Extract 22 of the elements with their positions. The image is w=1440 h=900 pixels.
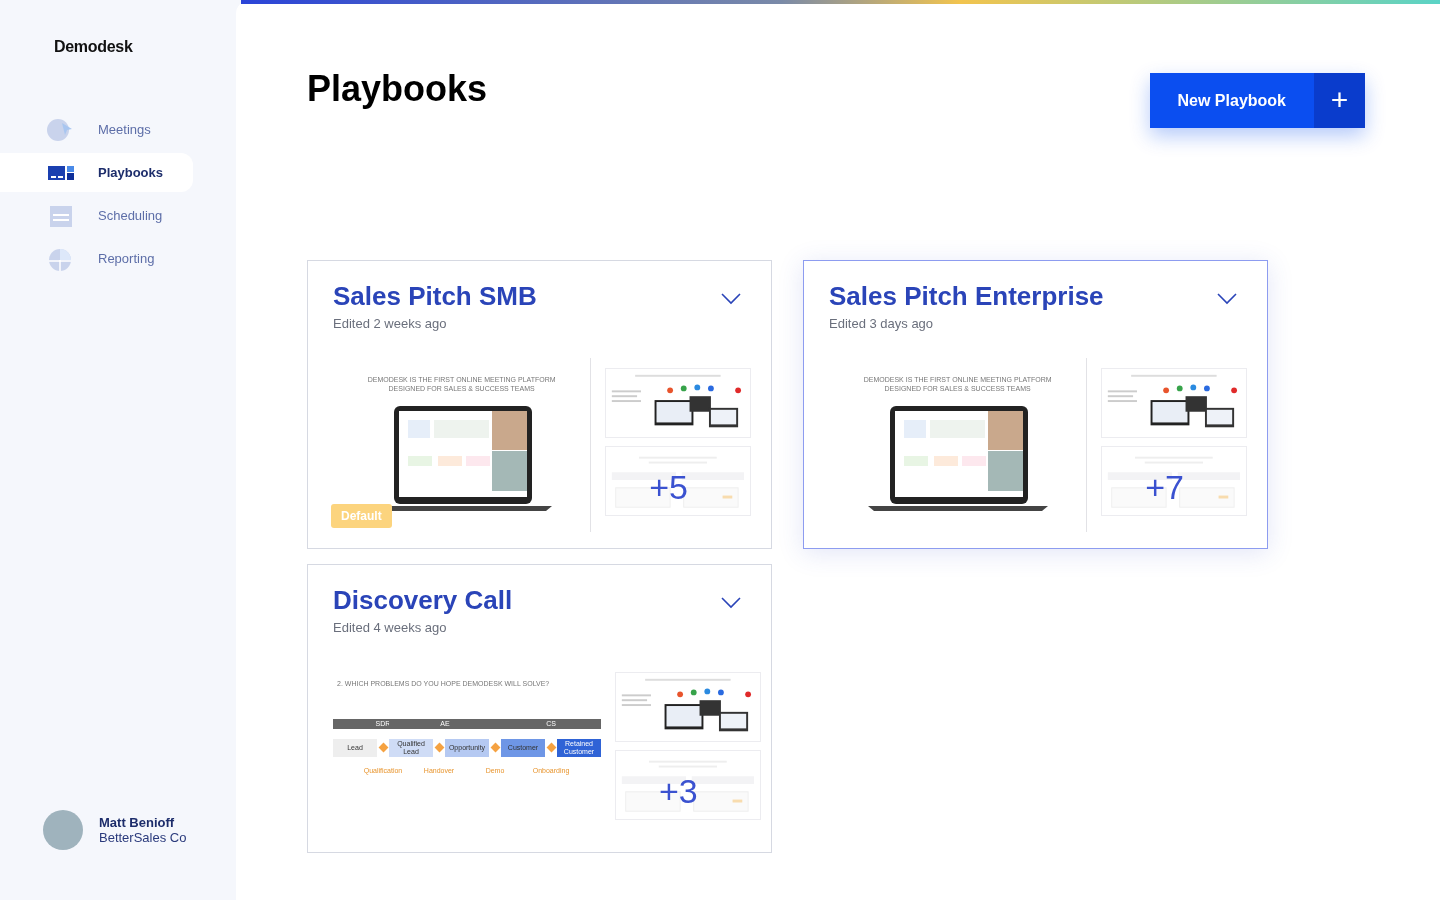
playbook-title: Discovery Call	[333, 585, 513, 616]
playbook-title: Sales Pitch Enterprise	[829, 281, 1104, 312]
default-badge: Default	[331, 504, 392, 528]
edited-time: Edited 2 weeks ago	[333, 316, 448, 331]
chevron-down-icon[interactable]	[721, 597, 741, 609]
more-slides-count: +5	[649, 468, 688, 507]
nav-item[interactable]: Reporting	[0, 239, 193, 278]
page-title: Playbooks	[307, 68, 488, 110]
logo[interactable]: Demodesk	[54, 38, 133, 56]
nav-item[interactable]: Meetings	[0, 110, 193, 149]
more-slides-count: +3	[659, 772, 698, 811]
nav-item[interactable]: Playbooks	[0, 153, 193, 192]
chevron-down-icon[interactable]	[1217, 293, 1237, 305]
edited-time: Edited 3 days ago	[829, 316, 935, 331]
edited-time: Edited 4 weeks ago	[333, 620, 448, 635]
user-name: Matt Benioff	[99, 815, 176, 830]
nav-item[interactable]: Scheduling	[0, 196, 193, 235]
new-playbook-button[interactable]: New Playbook +	[1149, 73, 1365, 128]
company-name: BetterSales Co	[99, 830, 187, 845]
more-slides-count: +7	[1145, 468, 1184, 507]
playbook-title: Sales Pitch SMB	[333, 281, 537, 312]
chevron-down-icon[interactable]	[721, 293, 741, 305]
